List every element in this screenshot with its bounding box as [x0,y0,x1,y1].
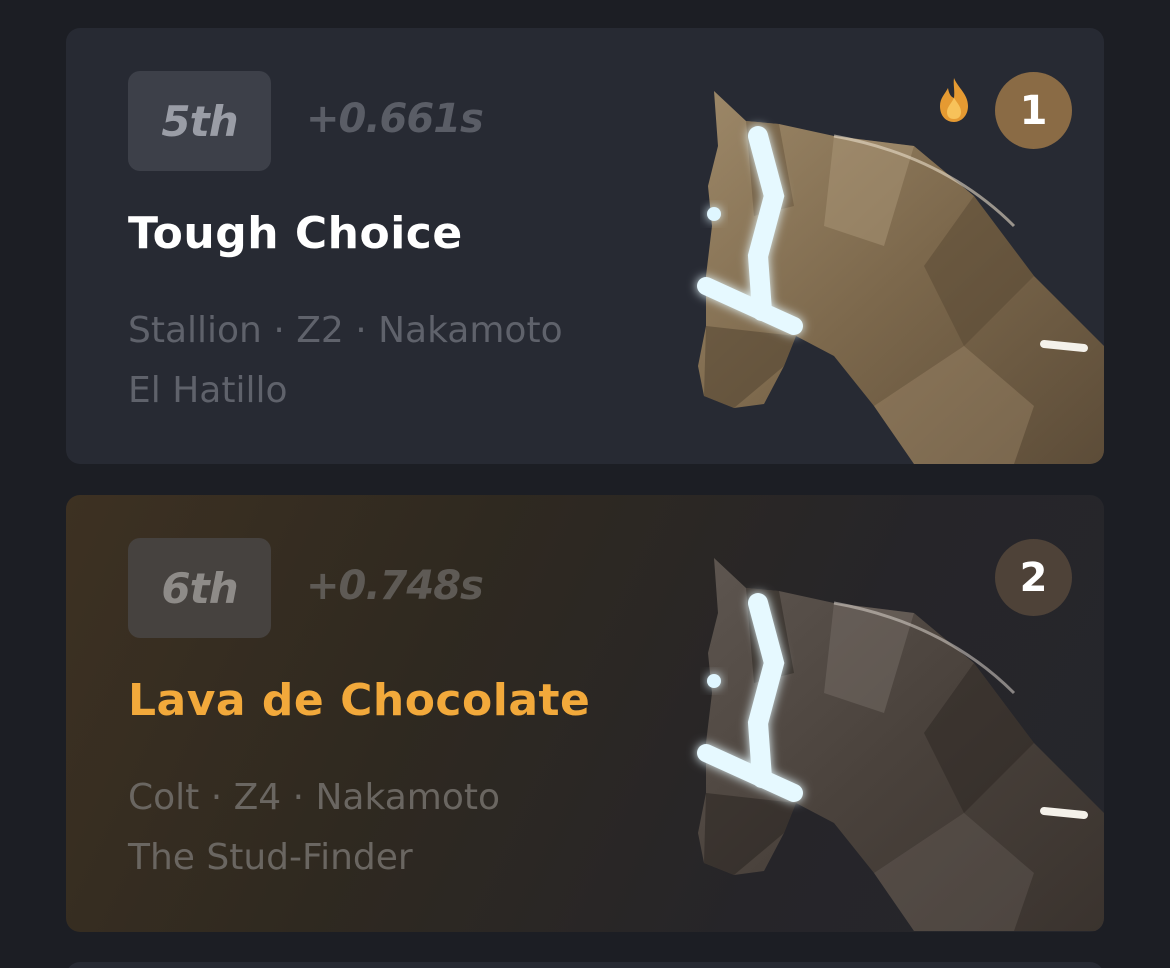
race-results-list: 5th +0.661s Tough Choice Stallion · Z2 ·… [0,0,1170,968]
finish-position-badge: 5th [128,71,271,171]
horse-details: Stallion · Z2 · Nakamoto [128,310,563,351]
horse-name: Lava de Chocolate [128,675,591,726]
horse-owner: The Stud-Finder [128,837,413,878]
horse-name: Tough Choice [128,208,463,259]
gate-number-badge: 1 [995,72,1072,149]
race-result-card[interactable]: 5th +0.661s Tough Choice Stallion · Z2 ·… [66,28,1104,464]
time-gap: +0.748s [306,563,484,609]
race-result-card[interactable] [66,962,1104,968]
gate-number-badge: 2 [995,539,1072,616]
horse-owner: El Hatillo [128,370,288,411]
finish-position-badge: 6th [128,538,271,638]
time-gap: +0.661s [306,96,484,142]
horse-details: Colt · Z4 · Nakamoto [128,777,501,818]
fire-icon [940,78,968,122]
race-result-card[interactable]: 6th +0.748s Lava de Chocolate Colt · Z4 … [66,495,1104,932]
